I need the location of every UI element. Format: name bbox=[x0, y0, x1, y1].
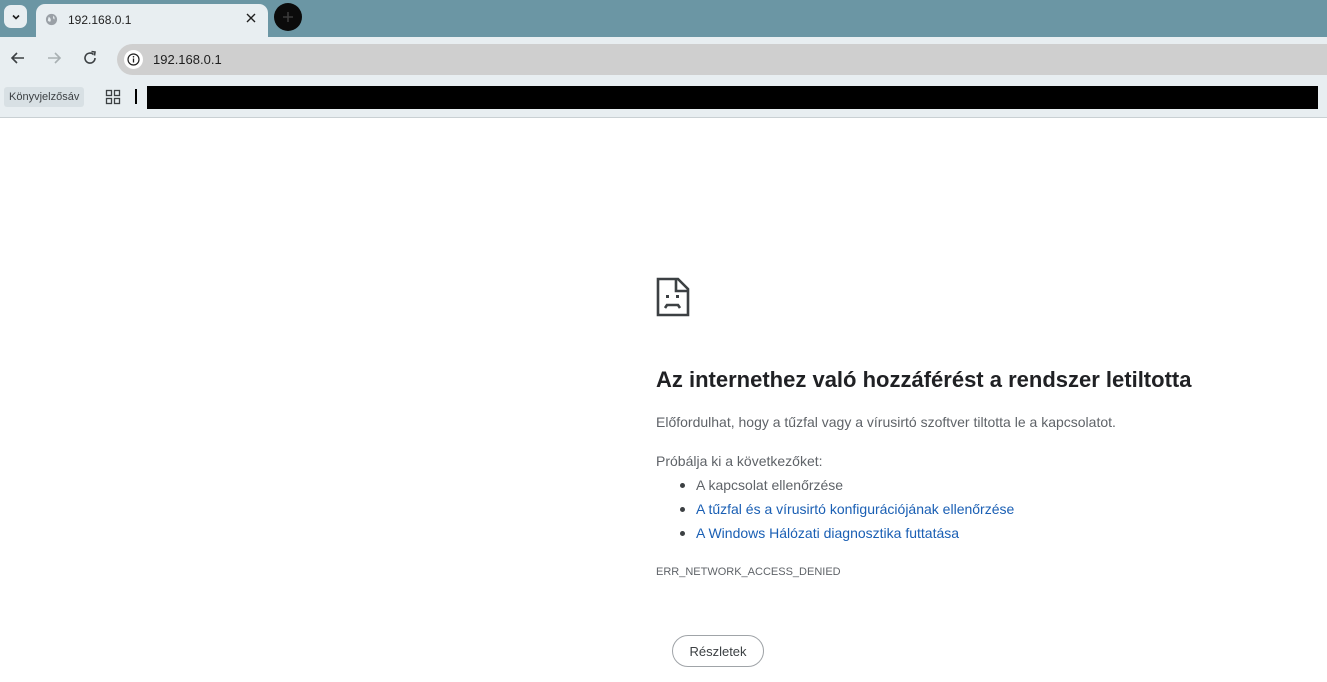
forward-arrow-icon[interactable] bbox=[45, 49, 63, 67]
bookmark-folder-chip[interactable]: Könyvjelzősáv bbox=[4, 87, 85, 107]
bookmarks-separator bbox=[135, 89, 137, 104]
browser-tab[interactable]: 192.168.0.1 bbox=[36, 4, 268, 37]
error-code: ERR_NETWORK_ACCESS_DENIED bbox=[656, 566, 841, 578]
chevron-down-icon bbox=[11, 14, 20, 20]
suggestion-check-firewall: A tűzfal és a vírusirtó konfigurációjána… bbox=[680, 501, 1014, 525]
new-tab-button[interactable] bbox=[274, 3, 302, 31]
list-bullet bbox=[680, 531, 685, 536]
list-bullet bbox=[680, 507, 685, 512]
error-description: Előfordulhat, hogy a tűzfal vagy a vírus… bbox=[656, 414, 1116, 430]
tab-search-button[interactable] bbox=[4, 5, 27, 28]
close-icon[interactable] bbox=[244, 11, 258, 25]
new-tab-plus-icon bbox=[283, 12, 293, 22]
firewall-config-link[interactable]: A tűzfal és a vírusirtó konfigurációjána… bbox=[696, 501, 1014, 517]
back-arrow-icon[interactable] bbox=[9, 49, 27, 67]
reload-icon[interactable] bbox=[81, 49, 99, 67]
suggestion-network-diagnostics: A Windows Hálózati diagnosztika futtatás… bbox=[680, 525, 1014, 549]
network-diagnostics-link[interactable]: A Windows Hálózati diagnosztika futtatás… bbox=[696, 525, 959, 541]
suggestions-heading: Próbálja ki a következőket: bbox=[656, 453, 823, 469]
sad-page-icon bbox=[656, 277, 690, 317]
bookmarks-bar: Könyvjelzősáv bbox=[0, 80, 1327, 118]
redacted-bookmarks bbox=[147, 86, 1318, 109]
error-title: Az internethez való hozzáférést a rendsz… bbox=[656, 367, 1192, 392]
globe-icon bbox=[45, 13, 58, 26]
info-icon[interactable] bbox=[124, 50, 143, 69]
tab-title: 192.168.0.1 bbox=[68, 13, 132, 27]
list-bullet bbox=[680, 483, 685, 488]
details-button[interactable]: Részletek bbox=[672, 635, 764, 667]
suggestion-check-connection: A kapcsolat ellenőrzése bbox=[680, 477, 1014, 501]
tab-strip: 192.168.0.1 bbox=[0, 0, 1327, 37]
suggestions-list: A kapcsolat ellenőrzése A tűzfal és a ví… bbox=[680, 477, 1014, 549]
toolbar: 192.168.0.1 bbox=[0, 37, 1327, 80]
address-bar[interactable]: 192.168.0.1 bbox=[117, 44, 1327, 75]
info-circle-glyph bbox=[127, 53, 140, 66]
apps-grid-icon[interactable] bbox=[105, 89, 121, 105]
url-text[interactable]: 192.168.0.1 bbox=[153, 52, 222, 67]
suggestion-text: A kapcsolat ellenőrzése bbox=[696, 477, 844, 493]
